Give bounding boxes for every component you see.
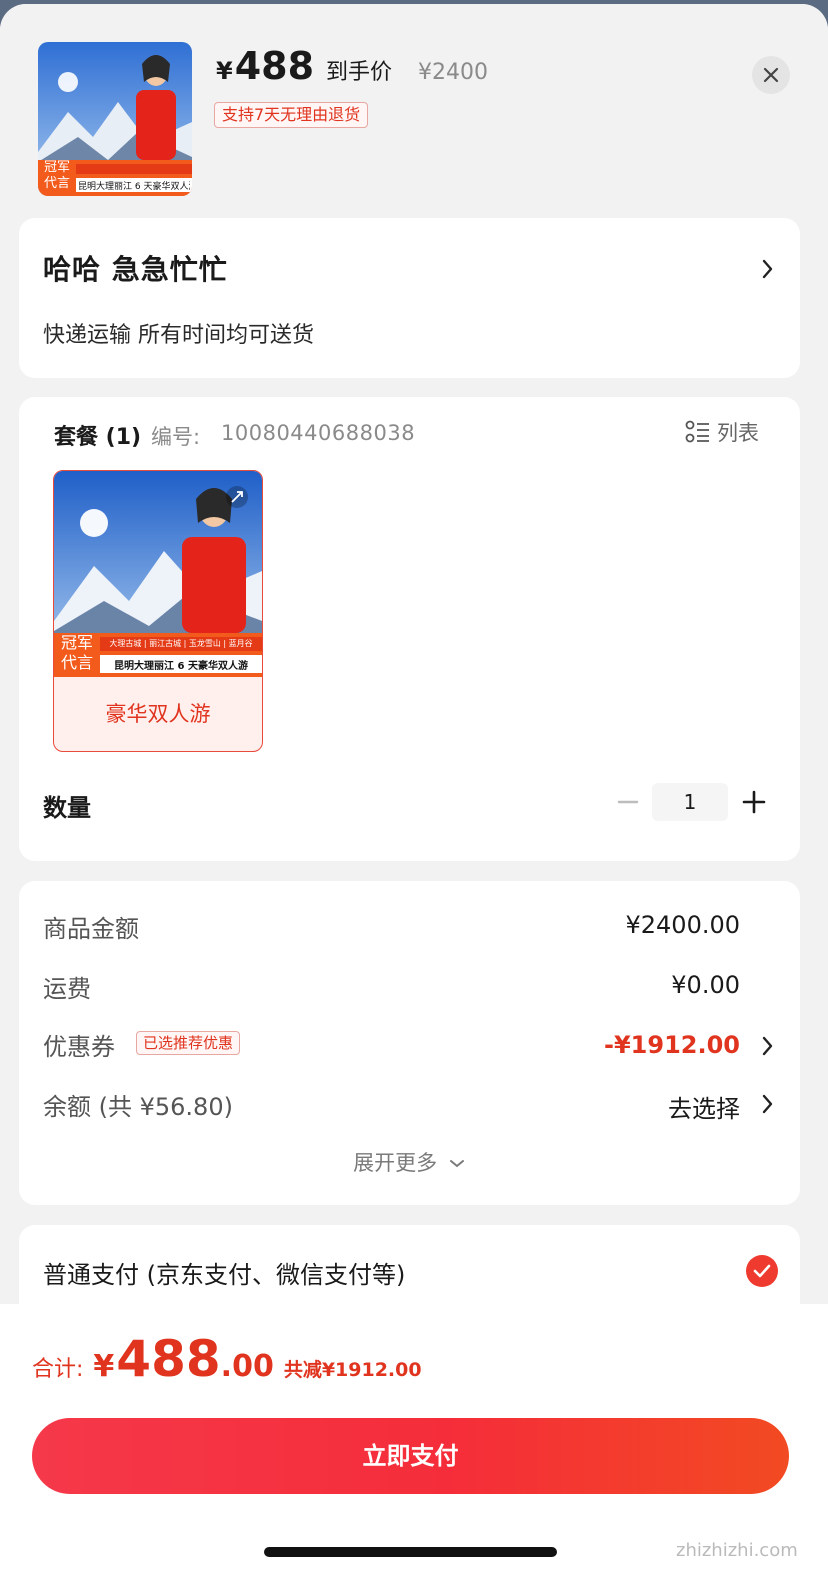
coupon-label: 优惠券 [43,1033,115,1061]
expand-more-label: 展开更多 [353,1151,438,1175]
delivery-description: 快递运输 所有时间均可送货 [43,323,314,348]
quantity-decrease-button[interactable] [615,785,641,819]
quantity-increase-button[interactable] [741,785,767,819]
product-thumbnail: 冠军 代言 昆明大理丽江 6 天豪华双人游 [38,42,192,196]
sku-tags: 大理古城 | 丽江古城 | 玉龙雪山 | 蓝月谷 [109,639,253,648]
sku-label: 豪华双人游 [105,702,211,726]
sku-image-title: 昆明大理丽江 6 天豪华双人游 [114,661,248,672]
total-row: 合计: ¥ 488 .00 共减¥1912.00 [32,1330,422,1388]
total-integer: 488 [116,1330,221,1388]
list-view-toggle[interactable]: 列表 [685,417,759,447]
package-code-label: 编号: [151,425,201,449]
price-tag: 到手价 [326,60,393,85]
recipient-name: 哈哈 急急忙忙 [43,253,228,286]
sku-ribbon-line1: 冠军 [60,633,93,652]
list-view-label: 列表 [717,421,759,445]
expand-more-button[interactable]: 展开更多 [19,1147,800,1177]
shipping-value: ¥0.00 [671,971,740,999]
balance-label: 余额 (共 ¥56.80) [43,1093,233,1121]
original-price: ¥2400 [418,60,489,85]
home-indicator [264,1547,557,1557]
quantity-label: 数量 [43,794,91,822]
watermark: zhizhizhi.com [676,1540,798,1561]
quantity-input[interactable]: 1 [652,783,728,821]
sku-image: 冠军 代言 大理古城 | 丽江古城 | 玉龙雪山 | 蓝月谷 昆明大理丽江 6 … [54,471,262,677]
thumb-title: 昆明大理丽江 6 天豪华双人游 [78,182,190,192]
pay-now-button[interactable]: 立即支付 [32,1418,789,1494]
thumb-ribbon-line1: 冠军 [43,160,70,175]
product-summary-header: 冠军 代言 昆明大理丽江 6 天豪华双人游 ¥ 488 到手价 ¥2400 支持… [0,4,828,219]
checkout-sheet: 冠军 代言 昆明大理丽江 6 天豪华双人游 ¥ 488 到手价 ¥2400 支持… [0,4,828,1586]
price-row: ¥ 488 到手价 ¥2400 [216,44,488,94]
goods-amount-label: 商品金额 [43,915,139,943]
shipping-label: 运费 [43,975,91,1003]
coupon-chevron-icon[interactable] [761,1035,775,1057]
amount-card: 商品金额 ¥2400.00 运费 ¥0.00 优惠券 已选推荐优惠 -¥1912… [19,881,800,1205]
checkout-bottom-bar: 合计: ¥ 488 .00 共减¥1912.00 立即支付 zhizhizhi.… [0,1304,828,1586]
address-card[interactable]: 哈哈 急急忙忙 快递运输 所有时间均可送货 [19,218,800,378]
list-icon [685,420,709,443]
payment-method-label: 普通支付 (京东支付、微信支付等) [43,1261,406,1289]
return-policy-badge: 支持7天无理由退货 [214,102,369,128]
sku-option-selected[interactable]: 冠军 代言 大理古城 | 丽江古城 | 玉龙雪山 | 蓝月谷 昆明大理丽江 6 … [53,470,263,752]
package-card: 套餐 (1) 编号: 10080440688038 列表 冠军 代言 大理古城 … [19,397,800,861]
close-button[interactable] [752,56,790,94]
total-saved: 共减¥1912.00 [283,1359,422,1381]
price-currency: ¥ [216,57,233,85]
total-label: 合计: [32,1357,84,1382]
chevron-down-icon [449,1160,464,1168]
balance-select[interactable]: 去选择 [668,1089,740,1124]
coupon-value[interactable]: -¥1912.00 [604,1031,740,1059]
thumb-ribbon: 冠军 代言 [40,160,74,192]
close-icon [763,67,779,83]
final-price: 488 [234,44,315,88]
package-title: 套餐 (1) [54,425,142,450]
total-currency: ¥ [93,1349,115,1384]
balance-chevron-icon[interactable] [761,1093,775,1115]
goods-amount-value: ¥2400.00 [625,911,740,939]
total-decimal: .00 [220,1349,274,1384]
sku-ribbon: 冠军 代言 [56,633,98,673]
package-code: 10080440688038 [221,421,416,445]
selected-check-icon [746,1255,778,1287]
chevron-right-icon [762,259,773,279]
coupon-badge: 已选推荐优惠 [136,1031,241,1055]
thumb-ribbon-line2: 代言 [43,176,70,191]
sku-ribbon-line2: 代言 [60,653,93,672]
